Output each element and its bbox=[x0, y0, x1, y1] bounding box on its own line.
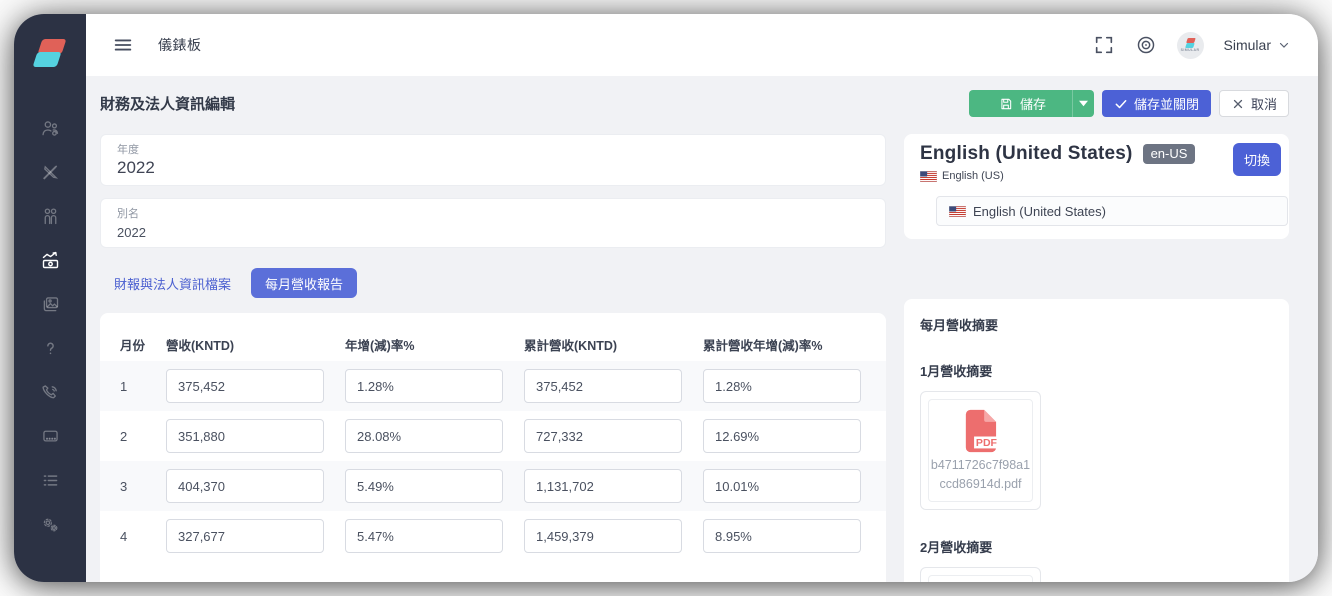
table-row: 4 bbox=[100, 511, 886, 561]
language-option-label: English (United States) bbox=[973, 204, 1106, 219]
help-icon[interactable] bbox=[28, 326, 72, 370]
month2-summary-label: 2月營收摘要 bbox=[920, 537, 1273, 556]
sidebar bbox=[14, 14, 86, 582]
year-field[interactable]: 年度 2022 bbox=[100, 134, 886, 186]
save-icon bbox=[999, 97, 1013, 111]
language-option[interactable]: English (United States) bbox=[936, 196, 1288, 226]
us-flag-icon bbox=[920, 171, 937, 182]
save-button-label: 儲存 bbox=[1020, 94, 1046, 113]
yoy-input[interactable] bbox=[345, 519, 503, 553]
cum-revenue-input[interactable] bbox=[524, 369, 682, 403]
col-header-yoy: 年增(減)率% bbox=[345, 335, 524, 354]
cum-yoy-input[interactable] bbox=[703, 469, 861, 503]
gears-icon[interactable] bbox=[28, 502, 72, 546]
pdf-filename: b4711726c7f98a1ccd86914d.pdf bbox=[930, 456, 1031, 494]
main-content: 財務及法人資訊編輯 儲存 儲存並關閉 取消 bbox=[86, 76, 1318, 582]
yoy-input[interactable] bbox=[345, 419, 503, 453]
revenue-input[interactable] bbox=[166, 419, 324, 453]
preview-eye-icon[interactable] bbox=[1135, 34, 1157, 56]
cum-revenue-input[interactable] bbox=[524, 419, 682, 453]
monthly-summary-panel: 每月營收摘要 1月營收摘要 PDF b4711726c7f98a1ccd8691… bbox=[904, 299, 1289, 582]
month-label: 1 bbox=[120, 379, 166, 394]
cancel-label: 取消 bbox=[1251, 94, 1277, 113]
month-label: 3 bbox=[120, 479, 166, 494]
phone-icon[interactable] bbox=[28, 370, 72, 414]
col-header-cum-revenue: 累計營收(KNTD) bbox=[524, 335, 703, 354]
table-row: 2 bbox=[100, 411, 886, 461]
caret-down-icon bbox=[1079, 99, 1088, 108]
app-window: 儀錶板 SIMULAR Simular 財務及法人資訊編輯 bbox=[14, 14, 1318, 582]
table-row: 1 bbox=[100, 361, 886, 411]
month1-summary-label: 1月營收摘要 bbox=[920, 361, 1273, 380]
cum-yoy-input[interactable] bbox=[703, 419, 861, 453]
user-menu[interactable]: Simular bbox=[1224, 37, 1290, 53]
users-group-icon[interactable] bbox=[28, 106, 72, 150]
monthly-revenue-table: 月份 營收(KNTD) 年增(減)率% 累計營收(KNTD) 累計營收年增(減)… bbox=[100, 313, 886, 582]
design-tools-icon[interactable] bbox=[28, 150, 72, 194]
menu-toggle-icon[interactable] bbox=[112, 34, 134, 56]
summary-title: 每月營收摘要 bbox=[920, 315, 1273, 334]
svg-text:PDF: PDF bbox=[976, 437, 998, 449]
revenue-input[interactable] bbox=[166, 369, 324, 403]
image-card-icon[interactable] bbox=[28, 282, 72, 326]
alias-field[interactable]: 別名 2022 bbox=[100, 198, 886, 248]
close-icon bbox=[1231, 97, 1245, 111]
language-current-label: English (US) bbox=[942, 170, 1004, 182]
table-header-row: 月份 營收(KNTD) 年增(減)率% 累計營收(KNTD) 累計營收年增(減)… bbox=[100, 327, 886, 361]
col-header-revenue: 營收(KNTD) bbox=[166, 335, 345, 354]
pdf-file-icon: PDF bbox=[962, 409, 999, 453]
list-icon[interactable] bbox=[28, 458, 72, 502]
year-field-label: 年度 bbox=[117, 141, 869, 157]
save-dropdown-caret[interactable] bbox=[1072, 90, 1094, 117]
user-name-label: Simular bbox=[1224, 37, 1271, 53]
fullscreen-icon[interactable] bbox=[1093, 34, 1115, 56]
month-label: 4 bbox=[120, 529, 166, 544]
month1-pdf-attachment[interactable]: PDF b4711726c7f98a1ccd86914d.pdf bbox=[920, 391, 1041, 510]
save-close-button[interactable]: 儲存並關閉 bbox=[1102, 90, 1211, 117]
laptop-icon[interactable] bbox=[28, 414, 72, 458]
save-close-label: 儲存並關閉 bbox=[1134, 94, 1199, 113]
avatar[interactable]: SIMULAR bbox=[1177, 32, 1204, 59]
topbar: 儀錶板 SIMULAR Simular bbox=[86, 14, 1318, 76]
page-title: 財務及法人資訊編輯 bbox=[100, 93, 235, 114]
cum-yoy-input[interactable] bbox=[703, 369, 861, 403]
cum-revenue-input[interactable] bbox=[524, 519, 682, 553]
finance-chart-icon[interactable] bbox=[28, 238, 72, 282]
form-column: 年度 2022 別名 2022 財報與法人資訊檔案 每月營收報告 月份 營收(K… bbox=[100, 134, 886, 582]
alias-field-value: 2022 bbox=[117, 225, 869, 240]
yoy-input[interactable] bbox=[345, 369, 503, 403]
topbar-title: 儀錶板 bbox=[158, 35, 202, 55]
language-title: English (United States) bbox=[920, 143, 1133, 165]
app-logo-icon bbox=[32, 36, 68, 74]
yoy-input[interactable] bbox=[345, 469, 503, 503]
save-button[interactable]: 儲存 bbox=[969, 90, 1094, 117]
tab-financial-reports[interactable]: 財報與法人資訊檔案 bbox=[100, 268, 245, 298]
cum-revenue-input[interactable] bbox=[524, 469, 682, 503]
side-column: English (United States) en-US 切換 English… bbox=[904, 134, 1289, 582]
people-icon[interactable] bbox=[28, 194, 72, 238]
cum-yoy-input[interactable] bbox=[703, 519, 861, 553]
language-panel: English (United States) en-US 切換 English… bbox=[904, 134, 1289, 239]
revenue-input[interactable] bbox=[166, 519, 324, 553]
report-tabs: 財報與法人資訊檔案 每月營收報告 bbox=[100, 268, 886, 298]
month2-pdf-attachment[interactable]: PDF bbox=[920, 567, 1041, 583]
col-header-cum-yoy: 累計營收年增(減)率% bbox=[703, 335, 886, 354]
table-row: 3 bbox=[100, 461, 886, 511]
chevron-down-icon bbox=[1278, 39, 1290, 51]
year-field-value: 2022 bbox=[117, 158, 869, 178]
check-icon bbox=[1114, 97, 1128, 111]
alias-field-label: 別名 bbox=[117, 205, 869, 221]
us-flag-icon bbox=[949, 206, 966, 217]
switch-language-button[interactable]: 切換 bbox=[1233, 143, 1281, 176]
language-code-badge: en-US bbox=[1143, 144, 1196, 164]
revenue-input[interactable] bbox=[166, 469, 324, 503]
cancel-button[interactable]: 取消 bbox=[1219, 90, 1289, 117]
col-header-month: 月份 bbox=[120, 335, 166, 354]
tab-monthly-revenue[interactable]: 每月營收報告 bbox=[251, 268, 357, 298]
month-label: 2 bbox=[120, 429, 166, 444]
